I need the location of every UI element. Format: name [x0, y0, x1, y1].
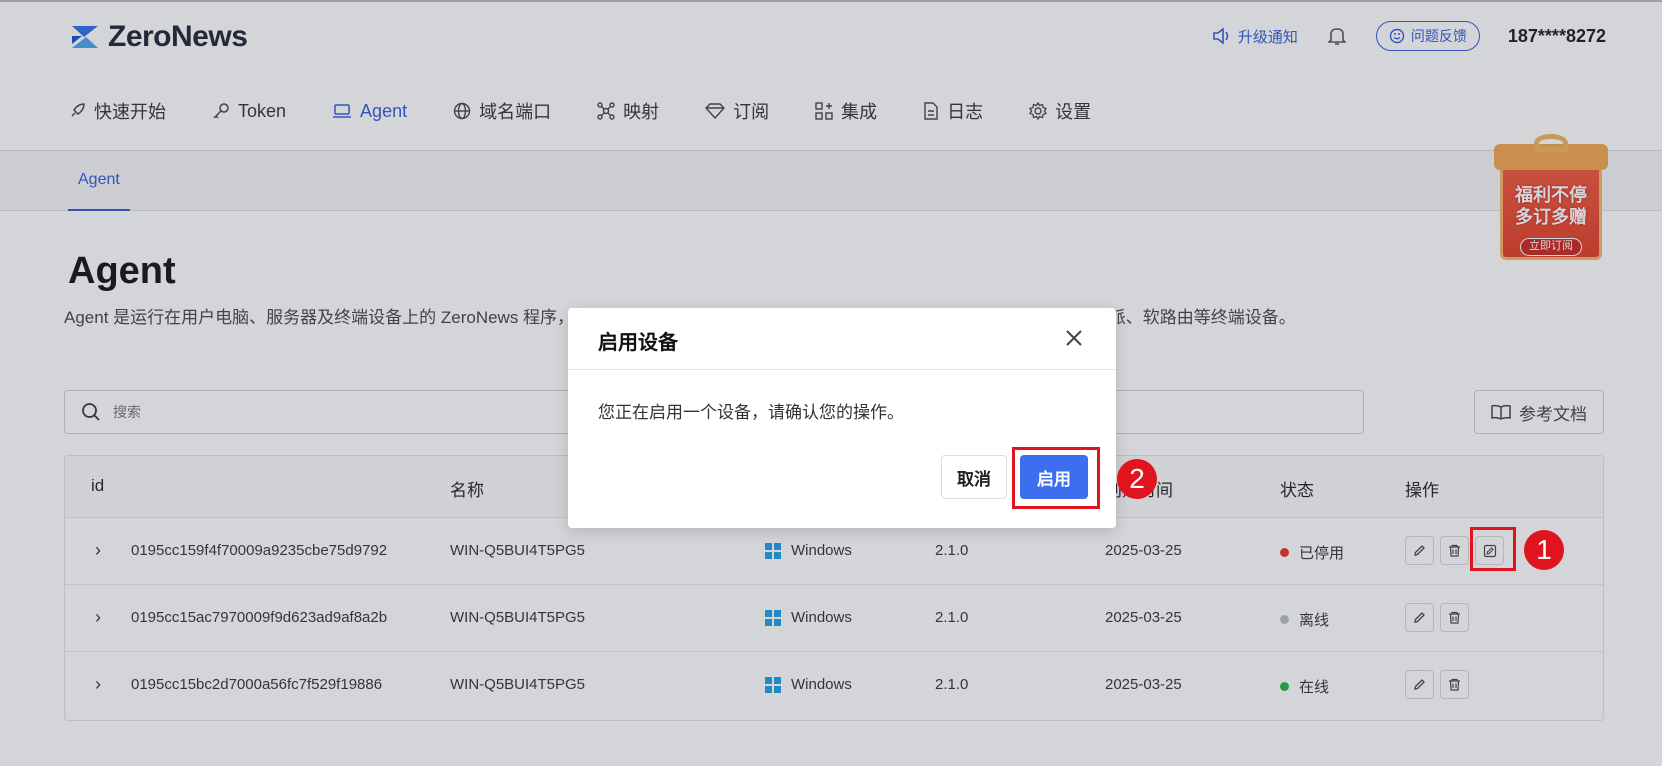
- agent-page: ZeroNews 升级通知 问题反馈 187****8272 快速开始 Toke…: [0, 0, 1662, 766]
- highlight-box-enable-action: [1470, 527, 1516, 571]
- highlight-box-confirm: [1012, 447, 1100, 509]
- dialog-header: 启用设备: [568, 308, 1116, 370]
- step-marker-1: 1: [1524, 530, 1564, 570]
- dialog-message: 您正在启用一个设备，请确认您的操作。: [598, 403, 904, 422]
- cancel-button[interactable]: 取消: [941, 455, 1007, 499]
- step-marker-2: 2: [1117, 459, 1157, 499]
- dialog-title: 启用设备: [598, 332, 678, 354]
- close-icon[interactable]: [1062, 326, 1086, 350]
